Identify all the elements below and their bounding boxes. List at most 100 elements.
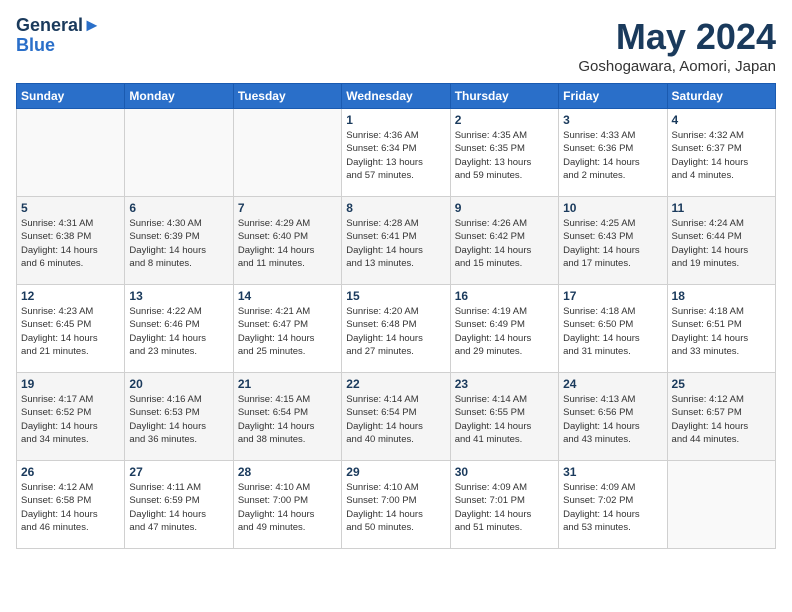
daylight-hours: Daylight: 14 hours	[129, 421, 206, 432]
calendar-cell: 20 Sunrise: 4:16 AMSunset: 6:53 PMDayligh…	[125, 373, 233, 461]
calendar-cell: 24 Sunrise: 4:13 AMSunset: 6:56 PMDayligh…	[559, 373, 667, 461]
daylight-hours: Daylight: 14 hours	[21, 509, 98, 520]
day-info: Sunrise: 4:17 AMSunset: 6:52 PMDaylight:…	[21, 393, 120, 446]
day-number: 24	[563, 377, 662, 391]
day-number: 3	[563, 113, 662, 127]
day-info: Sunrise: 4:18 AMSunset: 6:51 PMDaylight:…	[672, 305, 771, 358]
calendar-cell: 3 Sunrise: 4:33 AMSunset: 6:36 PMDaylight…	[559, 109, 667, 197]
calendar-cell: 2Sunrise: 4:35 AMSunset: 6:35 PMDaylight…	[450, 109, 558, 197]
daylight-hours: Daylight: 14 hours	[238, 509, 315, 520]
day-number: 14	[238, 289, 337, 303]
daylight-hours: Daylight: 14 hours	[455, 509, 532, 520]
daylight-hours: Daylight: 14 hours	[346, 245, 423, 256]
day-info: Sunrise: 4:13 AMSunset: 6:56 PMDaylight:…	[563, 393, 662, 446]
day-number: 26	[21, 465, 120, 479]
column-header-tuesday: Tuesday	[233, 84, 341, 109]
calendar-cell: 31Sunrise: 4:09 AMSunset: 7:02 PMDayligh…	[559, 461, 667, 549]
calendar-cell: 27Sunrise: 4:11 AMSunset: 6:59 PMDayligh…	[125, 461, 233, 549]
calendar-cell: 19 Sunrise: 4:17 AMSunset: 6:52 PMDayligh…	[17, 373, 125, 461]
day-number: 11	[672, 201, 771, 215]
title-block: May 2024 Goshogawara, Aomori, Japan	[578, 16, 776, 75]
calendar-cell: 16 Sunrise: 4:19 AMSunset: 6:49 PMDayligh…	[450, 285, 558, 373]
daylight-hours: Daylight: 14 hours	[346, 333, 423, 344]
column-header-wednesday: Wednesday	[342, 84, 450, 109]
day-number: 6	[129, 201, 228, 215]
day-number: 17	[563, 289, 662, 303]
logo-text: General►	[16, 16, 101, 36]
daylight-hours: Daylight: 14 hours	[672, 333, 749, 344]
day-info: Sunrise: 4:18 AMSunset: 6:50 PMDaylight:…	[563, 305, 662, 358]
calendar-cell: 26 Sunrise: 4:12 AMSunset: 6:58 PMDayligh…	[17, 461, 125, 549]
daylight-hours: Daylight: 14 hours	[129, 509, 206, 520]
day-info: Sunrise: 4:15 AMSunset: 6:54 PMDaylight:…	[238, 393, 337, 446]
daylight-hours: Daylight: 14 hours	[346, 509, 423, 520]
calendar-cell: 7Sunrise: 4:29 AMSunset: 6:40 PMDaylight…	[233, 197, 341, 285]
calendar-cell: 15Sunrise: 4:20 AMSunset: 6:48 PMDayligh…	[342, 285, 450, 373]
daylight-hours: Daylight: 14 hours	[672, 245, 749, 256]
day-info: Sunrise: 4:12 AMSunset: 6:57 PMDaylight:…	[672, 393, 771, 446]
day-number: 8	[346, 201, 445, 215]
calendar-cell: 22 Sunrise: 4:14 AMSunset: 6:54 PMDayligh…	[342, 373, 450, 461]
daylight-hours: Daylight: 13 hours	[455, 157, 532, 168]
day-number: 13	[129, 289, 228, 303]
day-number: 10	[563, 201, 662, 215]
day-info: Sunrise: 4:21 AMSunset: 6:47 PMDaylight:…	[238, 305, 337, 358]
calendar-cell: 17 Sunrise: 4:18 AMSunset: 6:50 PMDayligh…	[559, 285, 667, 373]
daylight-hours: Daylight: 14 hours	[238, 421, 315, 432]
logo-subtext: Blue	[16, 36, 101, 56]
calendar-cell: 6 Sunrise: 4:30 AMSunset: 6:39 PMDaylight…	[125, 197, 233, 285]
calendar-week-row: 12Sunrise: 4:23 AMSunset: 6:45 PMDayligh…	[17, 285, 776, 373]
day-number: 1	[346, 113, 445, 127]
day-info: Sunrise: 4:25 AMSunset: 6:43 PMDaylight:…	[563, 217, 662, 270]
calendar-cell: 13 Sunrise: 4:22 AMSunset: 6:46 PMDayligh…	[125, 285, 233, 373]
daylight-hours: Daylight: 14 hours	[21, 245, 98, 256]
daylight-hours: Daylight: 14 hours	[563, 333, 640, 344]
daylight-hours: Daylight: 14 hours	[129, 245, 206, 256]
daylight-hours: Daylight: 14 hours	[563, 421, 640, 432]
calendar-week-row: 19 Sunrise: 4:17 AMSunset: 6:52 PMDayligh…	[17, 373, 776, 461]
day-number: 30	[455, 465, 554, 479]
day-info: Sunrise: 4:32 AMSunset: 6:37 PMDaylight:…	[672, 129, 771, 182]
calendar-cell: 12Sunrise: 4:23 AMSunset: 6:45 PMDayligh…	[17, 285, 125, 373]
day-info: Sunrise: 4:09 AMSunset: 7:02 PMDaylight:…	[563, 481, 662, 534]
calendar-cell	[125, 109, 233, 197]
day-number: 16	[455, 289, 554, 303]
daylight-hours: Daylight: 14 hours	[455, 333, 532, 344]
day-number: 25	[672, 377, 771, 391]
day-info: Sunrise: 4:22 AMSunset: 6:46 PMDaylight:…	[129, 305, 228, 358]
day-number: 22	[346, 377, 445, 391]
column-header-thursday: Thursday	[450, 84, 558, 109]
logo: General► Blue	[16, 16, 101, 56]
day-info: Sunrise: 4:16 AMSunset: 6:53 PMDaylight:…	[129, 393, 228, 446]
day-info: Sunrise: 4:19 AMSunset: 6:49 PMDaylight:…	[455, 305, 554, 358]
calendar-cell: 30Sunrise: 4:09 AMSunset: 7:01 PMDayligh…	[450, 461, 558, 549]
day-number: 29	[346, 465, 445, 479]
day-number: 7	[238, 201, 337, 215]
day-number: 23	[455, 377, 554, 391]
calendar-cell: 25 Sunrise: 4:12 AMSunset: 6:57 PMDayligh…	[667, 373, 775, 461]
day-number: 28	[238, 465, 337, 479]
calendar-cell: 29 Sunrise: 4:10 AMSunset: 7:00 PMDayligh…	[342, 461, 450, 549]
calendar-cell	[667, 461, 775, 549]
daylight-hours: Daylight: 14 hours	[563, 245, 640, 256]
column-header-saturday: Saturday	[667, 84, 775, 109]
month-title: May 2024	[578, 16, 776, 58]
calendar-header-row: SundayMondayTuesdayWednesdayThursdayFrid…	[17, 84, 776, 109]
day-info: Sunrise: 4:30 AMSunset: 6:39 PMDaylight:…	[129, 217, 228, 270]
daylight-hours: Daylight: 14 hours	[672, 157, 749, 168]
daylight-hours: Daylight: 14 hours	[455, 421, 532, 432]
day-info: Sunrise: 4:12 AMSunset: 6:58 PMDaylight:…	[21, 481, 120, 534]
daylight-hours: Daylight: 14 hours	[129, 333, 206, 344]
day-info: Sunrise: 4:14 AMSunset: 6:54 PMDaylight:…	[346, 393, 445, 446]
day-info: Sunrise: 4:33 AMSunset: 6:36 PMDaylight:…	[563, 129, 662, 182]
day-number: 19	[21, 377, 120, 391]
day-number: 18	[672, 289, 771, 303]
column-header-monday: Monday	[125, 84, 233, 109]
column-header-friday: Friday	[559, 84, 667, 109]
day-info: Sunrise: 4:10 AMSunset: 7:00 PMDaylight:…	[346, 481, 445, 534]
calendar-cell: 9Sunrise: 4:26 AMSunset: 6:42 PMDaylight…	[450, 197, 558, 285]
day-info: Sunrise: 4:31 AMSunset: 6:38 PMDaylight:…	[21, 217, 120, 270]
day-number: 20	[129, 377, 228, 391]
day-info: Sunrise: 4:24 AMSunset: 6:44 PMDaylight:…	[672, 217, 771, 270]
day-number: 2	[455, 113, 554, 127]
